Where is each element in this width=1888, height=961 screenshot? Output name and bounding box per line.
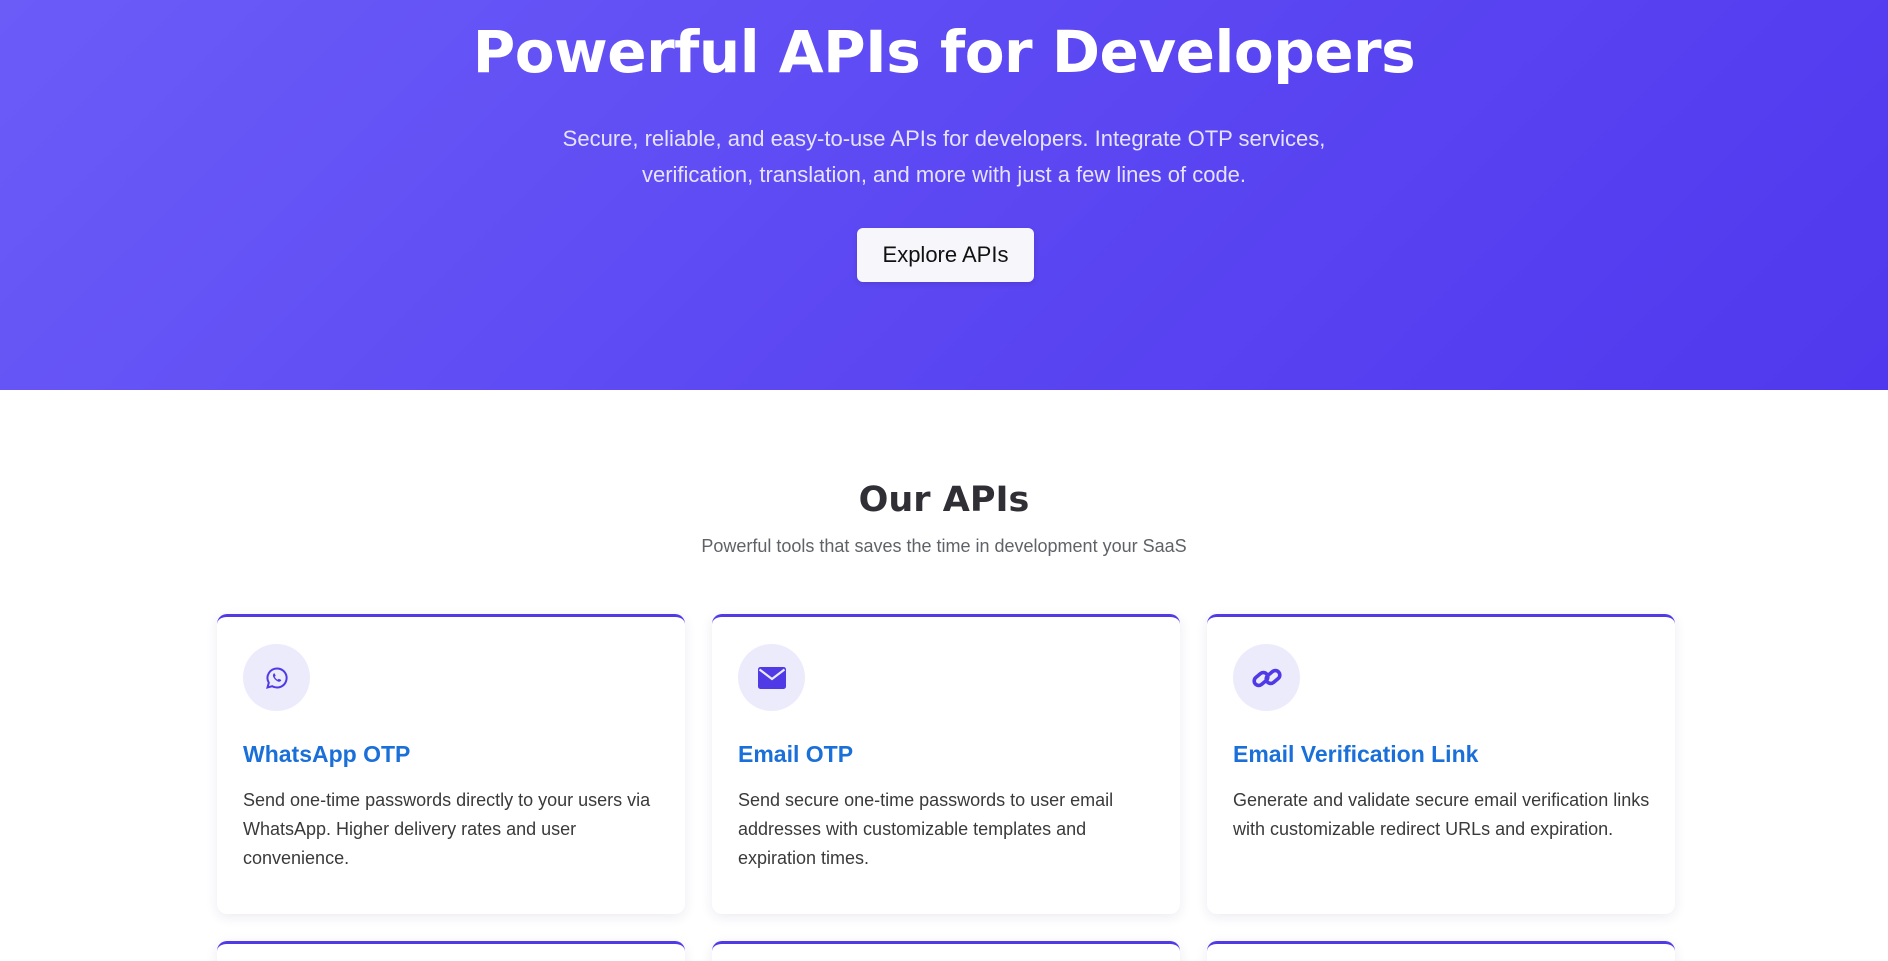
api-card-partial[interactable] <box>1207 941 1675 961</box>
api-card-email-otp[interactable]: Email OTP Send secure one-time passwords… <box>712 614 1180 914</box>
card-title[interactable]: Email Verification Link <box>1233 741 1478 768</box>
card-description: Send secure one-time passwords to user e… <box>738 790 1114 868</box>
link-icon <box>1233 644 1300 711</box>
section-subtitle: Powerful tools that saves the time in de… <box>701 536 1187 556</box>
explore-apis-button[interactable]: Explore APIs <box>857 228 1034 282</box>
hero-title: Powerful APIs for Developers <box>472 18 1416 86</box>
api-card-whatsapp-otp[interactable]: WhatsApp OTP Send one-time passwords dir… <box>217 614 685 914</box>
card-description: Send one-time passwords directly to your… <box>243 790 651 868</box>
api-card-partial[interactable] <box>217 941 685 961</box>
card-title[interactable]: WhatsApp OTP <box>243 741 410 768</box>
envelope-icon <box>738 644 805 711</box>
hero-section: Powerful APIs for Developers Secure, rel… <box>0 0 1888 390</box>
api-card-email-verification-link[interactable]: Email Verification Link Generate and val… <box>1207 614 1675 914</box>
api-card-partial[interactable] <box>712 941 1180 961</box>
card-title[interactable]: Email OTP <box>738 741 853 768</box>
card-description: Generate and validate secure email verif… <box>1233 790 1650 839</box>
whatsapp-icon <box>243 644 310 711</box>
hero-subtitle: Secure, reliable, and easy-to-use APIs f… <box>562 126 1326 187</box>
section-title: Our APIs <box>858 480 1030 520</box>
